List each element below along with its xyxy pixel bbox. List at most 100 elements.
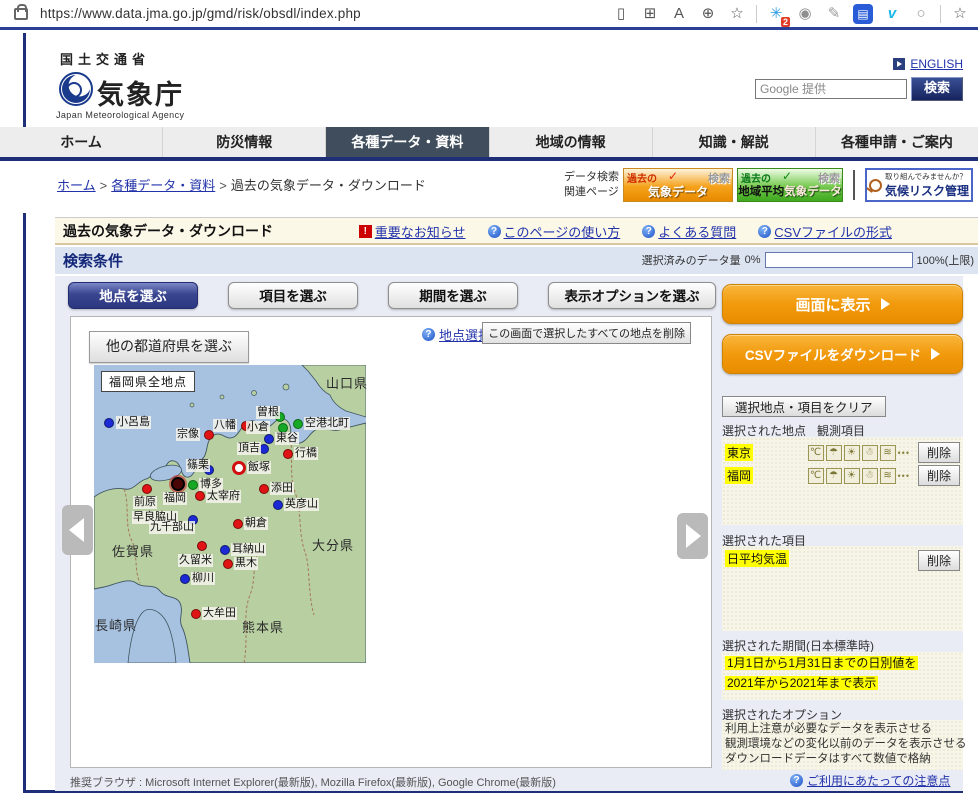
tab-1-active[interactable]: 地点を選ぶ [68, 282, 198, 309]
station-marker[interactable] [104, 418, 114, 428]
nav-item-4[interactable]: 地域の情報 [488, 127, 652, 157]
important-icon: ! [358, 224, 372, 238]
tab-4[interactable]: 表示オプションを選ぶ [548, 282, 716, 309]
station-label[interactable]: 曽根 [256, 406, 280, 419]
station-marker[interactable] [180, 574, 190, 584]
titlebar-link[interactable]: 重要なお知らせ [375, 222, 466, 241]
station-marker[interactable] [195, 491, 205, 501]
station-marker[interactable] [232, 461, 246, 475]
station-marker[interactable] [283, 449, 293, 459]
ext-shape-icon[interactable]: ○ [911, 4, 931, 24]
station-marker[interactable] [197, 541, 207, 551]
related-banner-risk[interactable]: 取り組んでみませんか？ 気候リスク管理 [865, 168, 973, 202]
station-label[interactable]: 東谷 [275, 432, 299, 445]
related-banner-green[interactable]: 過去の ✓ 検索 地域平均気象データ [737, 168, 843, 202]
ext-calendar-icon[interactable]: ▤ [853, 3, 873, 24]
prev-map-arrow-icon[interactable] [62, 505, 93, 555]
station-label[interactable]: 久留米 [178, 554, 213, 567]
station-label[interactable]: 耳納山 [231, 543, 266, 556]
selected-stations-panel: 東京 ℃ ☂ ☀ ☃ ≋ ••• 削除 福岡 ℃ ☂ ☀ ☃ ≋ ••• 削除 [722, 437, 963, 525]
station-label[interactable]: 小倉 [246, 421, 270, 434]
station-label[interactable]: 大牟田 [202, 607, 237, 620]
toolbar-divider [940, 4, 941, 23]
breadcrumb-item[interactable]: ホーム [57, 178, 96, 193]
prefecture-label: 大分県 [312, 538, 355, 553]
display-button-label: 画面に表示 [795, 296, 871, 314]
favorites-add-icon[interactable]: ☆ [727, 4, 747, 24]
titlebar-link[interactable]: このページの使い方 [504, 222, 621, 241]
station-marker[interactable] [142, 484, 152, 494]
titlebar-link[interactable]: よくある質問 [658, 222, 736, 241]
selected-station-name: 東京 [725, 444, 754, 461]
station-label[interactable]: 前原 [133, 496, 157, 509]
tab-2[interactable]: 項目を選ぶ [228, 282, 358, 309]
breadcrumb: ホーム > 各種データ・資料 > 過去の気象データ・ダウンロード [57, 175, 426, 194]
selected-period-line: 1月1日から1月31日までの日別値を [725, 656, 919, 670]
station-label[interactable]: 黒木 [234, 557, 258, 570]
station-label[interactable]: 柳川 [191, 572, 215, 585]
station-marker[interactable] [233, 519, 243, 529]
station-label[interactable]: 福岡 [163, 492, 187, 505]
site-search-button[interactable]: 検索 [911, 77, 963, 101]
zoom-in-icon[interactable]: ⊕ [698, 4, 718, 24]
station-label[interactable]: 宗像 [176, 428, 200, 441]
station-label[interactable]: 行橋 [294, 447, 318, 460]
station-marker[interactable] [220, 545, 230, 555]
read-aloud-icon[interactable]: A [669, 4, 689, 24]
station-label[interactable]: 朝倉 [244, 517, 268, 530]
nav-item-1[interactable]: ホーム [0, 127, 162, 157]
address-bar-url[interactable]: https://www.data.jma.go.jp/gmd/risk/obsd… [40, 6, 361, 21]
station-label[interactable]: 添田 [270, 482, 294, 495]
delete-all-stations-button[interactable]: この画面で選択したすべての地点を削除 [482, 322, 691, 344]
station-marker[interactable] [188, 480, 198, 490]
ext-signature-icon[interactable]: ✎ [824, 4, 844, 24]
tab-3[interactable]: 期間を選ぶ [388, 282, 518, 309]
meter-bar [764, 252, 913, 268]
usage-notice-link[interactable]: ご利用にあたっての注意点 [807, 772, 950, 789]
apps-grid-icon[interactable]: ⊞ [640, 4, 660, 24]
breadcrumb-separator: > [99, 178, 108, 193]
station-label[interactable]: 頂吉 [237, 442, 261, 455]
nav-item-2[interactable]: 防災情報 [162, 127, 325, 157]
station-label[interactable]: 飯塚 [247, 461, 271, 474]
google-search-input[interactable] [755, 79, 907, 99]
collections-icon[interactable]: ☆ [950, 4, 970, 24]
titlebar-link[interactable]: CSVファイルの形式 [774, 222, 892, 241]
meter-label: 選択済みのデータ量 [641, 255, 741, 267]
ext-snowflake-icon[interactable]: ✳ 2 [766, 4, 790, 27]
nav-item-6[interactable]: 各種申請・ご案内 [814, 127, 978, 157]
nav-item-5[interactable]: 知識・解説 [651, 127, 815, 157]
delete-station-button[interactable]: 削除 [917, 465, 960, 486]
display-on-screen-button[interactable]: 画面に表示 [722, 284, 963, 324]
station-label[interactable]: 小呂島 [116, 416, 151, 429]
english-link[interactable]: ENGLISH [910, 57, 963, 71]
umbrella-icon: ☂ [825, 467, 842, 484]
question-icon: ? [421, 328, 435, 341]
selected-station-marker[interactable] [171, 477, 185, 491]
station-marker[interactable] [273, 500, 283, 510]
selected-options-panel: 利用上注意が必要なデータを表示させる 観測環境などの変化以前のデータを表示させるダ… [722, 720, 967, 770]
station-label[interactable]: 英彦山 [284, 498, 319, 511]
next-map-arrow-icon[interactable] [677, 513, 708, 559]
clear-selection-button[interactable]: 選択地点・項目をクリア [722, 396, 886, 417]
station-marker[interactable] [264, 434, 274, 444]
split-screen-icon[interactable]: ▯ [611, 4, 631, 24]
station-label[interactable]: 太宰府 [206, 490, 241, 503]
station-marker[interactable] [223, 559, 233, 569]
delete-station-button[interactable]: 削除 [917, 442, 960, 463]
delete-item-button[interactable]: 削除 [917, 550, 960, 571]
station-label[interactable]: 八幡 [213, 419, 237, 432]
station-marker[interactable] [293, 419, 303, 429]
station-label[interactable]: 篠栗 [186, 459, 210, 472]
csv-download-button[interactable]: CSVファイルをダウンロード [722, 334, 963, 374]
ext-vimeo-icon[interactable]: v [882, 4, 902, 24]
other-prefecture-button[interactable]: 他の都道府県を選ぶ [89, 331, 249, 363]
station-marker[interactable] [191, 609, 201, 619]
station-label[interactable]: 空港北町 [304, 417, 350, 430]
nav-item-3[interactable]: 各種データ・資料 [325, 127, 489, 157]
station-label[interactable]: 九千部山 [149, 521, 195, 534]
ext-stamp-icon[interactable]: ◉ [795, 4, 815, 24]
breadcrumb-item[interactable]: 各種データ・資料 [111, 178, 215, 193]
related-banner-orange[interactable]: 過去の ✓ 検索 気象データ [623, 168, 733, 202]
station-marker[interactable] [259, 484, 269, 494]
